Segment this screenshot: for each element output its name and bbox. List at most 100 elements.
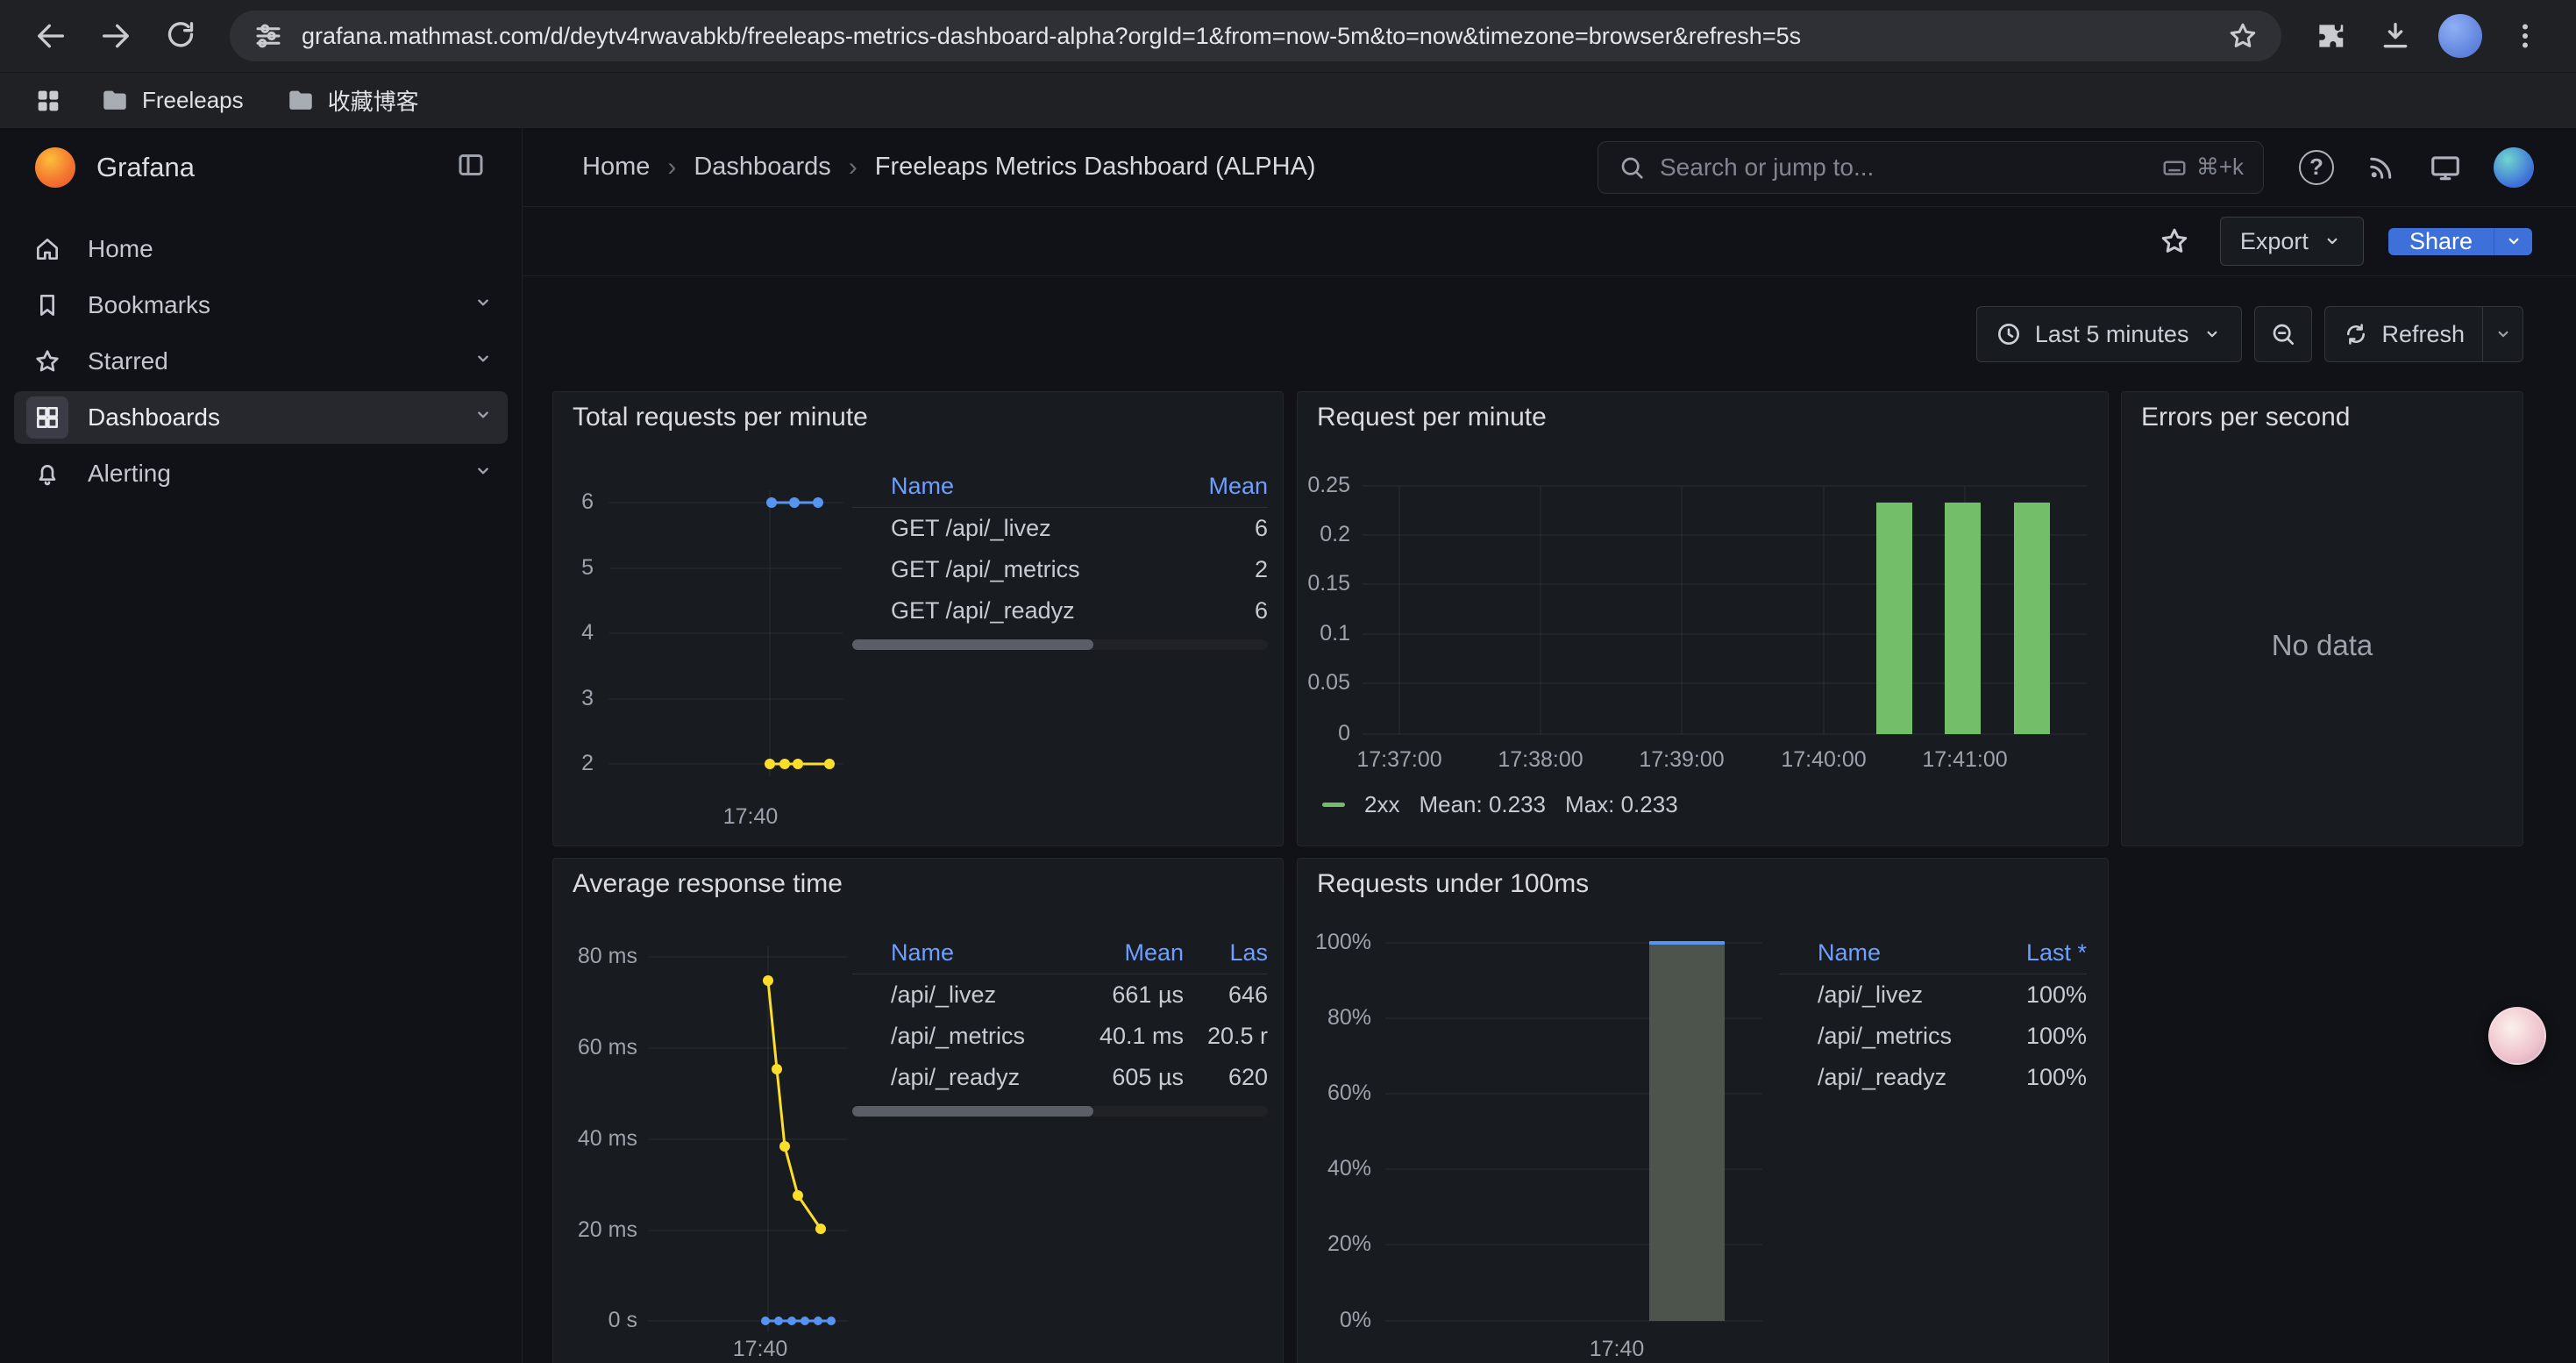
breadcrumb-dashboards[interactable]: Dashboards <box>694 153 830 182</box>
export-label: Export <box>2240 228 2309 255</box>
panel-title[interactable]: Errors per second <box>2141 403 2350 432</box>
sidebar-item-alerting[interactable]: Alerting <box>14 447 508 500</box>
series-mean: 40.1 ms <box>1061 1023 1184 1050</box>
site-settings-icon[interactable] <box>253 20 284 52</box>
series-name[interactable]: GET /api/_readyz <box>891 597 1189 624</box>
y-tick: 3 <box>553 686 594 711</box>
col-mean[interactable]: Mean <box>1189 473 1268 500</box>
col-last[interactable]: Las <box>1184 939 1268 967</box>
legend-row: /api/_metrics 40.1 ms 20.5 r <box>852 1016 1268 1057</box>
collapse-sidebar-icon[interactable] <box>455 149 487 185</box>
search-input[interactable] <box>1660 153 2147 182</box>
refresh-interval-caret[interactable] <box>2483 306 2523 362</box>
legend-row: /api/_metrics 100% <box>1779 1016 2087 1057</box>
y-tick: 40% <box>1298 1156 1371 1181</box>
chevron-down-icon[interactable] <box>471 290 495 321</box>
y-tick: 0% <box>1298 1308 1371 1333</box>
breadcrumb-home[interactable]: Home <box>582 153 650 182</box>
chevron-down-icon <box>2321 230 2344 253</box>
news-rss-icon[interactable] <box>2366 152 2397 183</box>
refresh-button[interactable]: Refresh <box>2324 306 2483 362</box>
col-mean[interactable]: Mean <box>1061 939 1184 967</box>
y-tick: 5 <box>553 555 594 581</box>
x-tick: 17:37:00 <box>1347 747 1452 773</box>
y-tick: 60% <box>1298 1081 1371 1106</box>
back-icon[interactable] <box>23 8 79 64</box>
url-bar[interactable]: grafana.mathmast.com/d/deytv4rwavabkb/fr… <box>230 11 2281 61</box>
col-last[interactable]: Last * <box>1990 939 2087 967</box>
downloads-icon[interactable] <box>2367 8 2423 64</box>
grafana-logo[interactable] <box>35 147 75 188</box>
panel-title[interactable]: Requests under 100ms <box>1317 869 1589 899</box>
browser-menu-icon[interactable] <box>2497 8 2553 64</box>
panel-title[interactable]: Total requests per minute <box>573 403 868 432</box>
search-input-wrapper[interactable]: ⌘+k <box>1598 141 2264 194</box>
reload-icon[interactable] <box>153 8 209 64</box>
chevron-down-icon[interactable] <box>471 403 495 433</box>
dashboards-icon <box>26 396 68 439</box>
time-range-label: Last 5 minutes <box>2035 321 2189 348</box>
floating-assistant-avatar[interactable] <box>2488 1007 2546 1065</box>
profile-avatar[interactable] <box>2432 8 2488 64</box>
export-button[interactable]: Export <box>2220 217 2364 266</box>
series-last: 100% <box>1990 1064 2087 1091</box>
series-name[interactable]: GET /api/_metrics <box>891 556 1189 583</box>
no-data-message: No data <box>2122 629 2523 662</box>
breadcrumb-separator: › <box>667 153 676 182</box>
extensions-icon[interactable] <box>2302 8 2359 64</box>
sidebar-item-bookmarks[interactable]: Bookmarks <box>14 279 508 332</box>
scrollbar-thumb[interactable] <box>852 1106 1093 1117</box>
col-name[interactable]: Name <box>891 939 1061 967</box>
panel-requests-under-100ms: Requests under 100ms 100% 80% 60% 40% 20… <box>1297 858 2109 1363</box>
share-menu-caret[interactable] <box>2494 228 2532 255</box>
zoom-out-button[interactable] <box>2254 306 2312 362</box>
help-icon[interactable]: ? <box>2299 150 2334 185</box>
bookmark-folder-freeleaps[interactable]: Freeleaps <box>88 81 256 121</box>
breadcrumb-current: Freeleaps Metrics Dashboard (ALPHA) <box>875 153 1316 182</box>
series-name[interactable]: /api/_livez <box>1818 981 1990 1009</box>
user-avatar[interactable] <box>2494 147 2534 188</box>
panel-title[interactable]: Request per minute <box>1317 403 1547 432</box>
series-name[interactable]: /api/_metrics <box>891 1023 1061 1050</box>
chevron-down-icon[interactable] <box>471 459 495 489</box>
series-mean: 605 µs <box>1061 1064 1184 1091</box>
scrollbar-thumb[interactable] <box>852 639 1093 650</box>
forward-icon[interactable] <box>88 8 144 64</box>
sidebar-item-starred[interactable]: Starred <box>14 335 508 388</box>
legend-row: GET /api/_readyz 6 <box>852 590 1268 632</box>
panel-title[interactable]: Average response time <box>573 869 843 899</box>
time-range-picker[interactable]: Last 5 minutes <box>1976 306 2243 362</box>
series-name[interactable]: /api/_readyz <box>1818 1064 1990 1091</box>
search-shortcut: ⌘+k <box>2161 153 2244 181</box>
refresh-split-button: Refresh <box>2324 306 2523 362</box>
series-name[interactable]: /api/_readyz <box>891 1064 1061 1091</box>
series-name[interactable]: /api/_livez <box>891 981 1061 1009</box>
share-button[interactable]: Share <box>2388 228 2494 255</box>
sidebar-header: Grafana <box>0 128 522 207</box>
legend-series-name[interactable]: 2xx <box>1364 791 1399 818</box>
legend-scrollbar[interactable] <box>852 639 1268 650</box>
display-icon[interactable] <box>2429 151 2462 184</box>
zoom-out-icon <box>2269 320 2297 348</box>
bookmark-star-icon[interactable] <box>2227 20 2259 52</box>
url-text[interactable]: grafana.mathmast.com/d/deytv4rwavabkb/fr… <box>302 23 2210 50</box>
y-tick: 4 <box>553 620 594 646</box>
col-name[interactable]: Name <box>1818 939 1990 967</box>
series-name[interactable]: /api/_metrics <box>1818 1023 1990 1050</box>
legend-scrollbar[interactable] <box>852 1106 1268 1117</box>
series-name[interactable]: GET /api/_livez <box>891 515 1189 542</box>
bookmark-folder-blogs[interactable]: 收藏博客 <box>274 79 431 122</box>
x-tick: 17:40 <box>715 804 786 830</box>
bookmark-label: Freeleaps <box>142 87 244 114</box>
legend-row: /api/_readyz 605 µs 620 <box>852 1057 1268 1098</box>
col-name[interactable]: Name <box>891 473 1189 500</box>
favorite-star-icon[interactable] <box>2153 220 2195 262</box>
header-icons: ? <box>2299 147 2534 188</box>
sidebar-item-dashboards[interactable]: Dashboards <box>14 391 508 444</box>
chevron-down-icon[interactable] <box>471 346 495 377</box>
apps-grid-icon[interactable] <box>26 86 70 116</box>
x-tick: 17:40 <box>725 1337 795 1362</box>
sidebar-item-home[interactable]: Home <box>14 223 508 275</box>
y-tick: 0 s <box>553 1308 637 1333</box>
panel-errors-per-second: Errors per second No data <box>2121 391 2523 846</box>
